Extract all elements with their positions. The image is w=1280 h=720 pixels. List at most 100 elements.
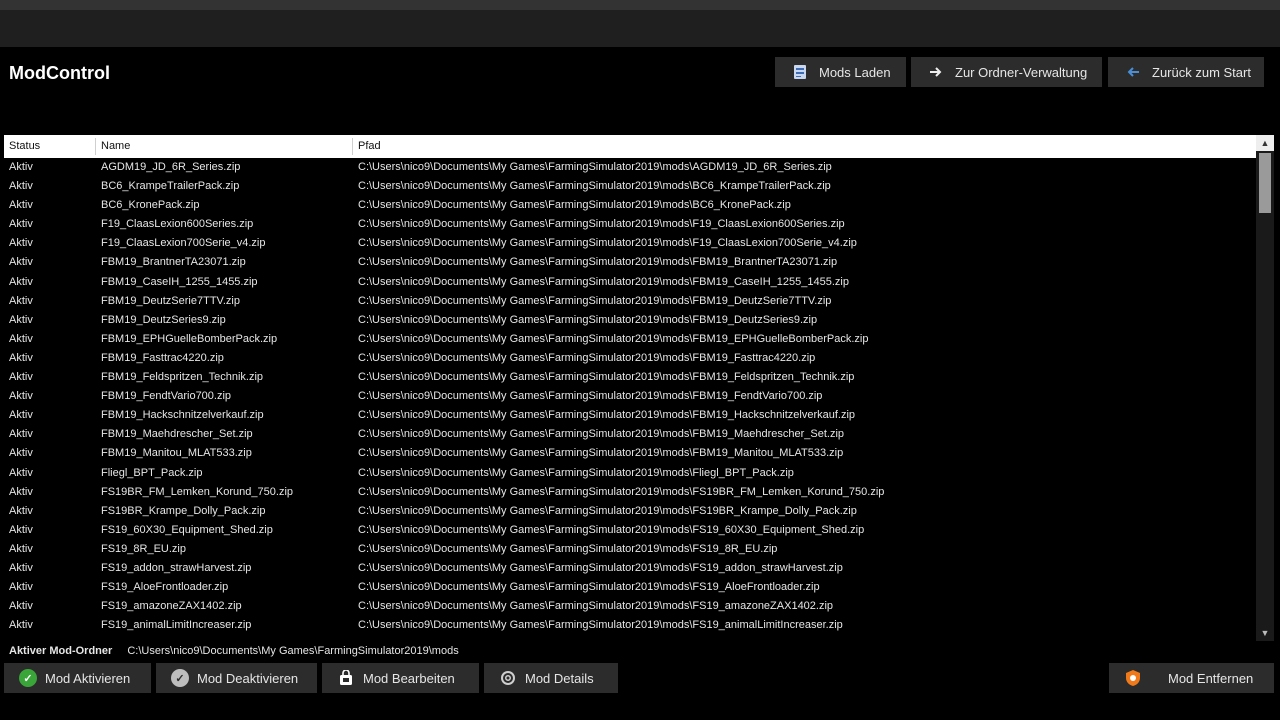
row-path: C:\Users\nico9\Documents\My Games\Farmin… <box>358 332 869 345</box>
app-title: ModControl <box>9 63 110 83</box>
mods-load-label: Mods Laden <box>819 64 891 80</box>
back-to-start-button[interactable]: Zurück zum Start <box>1108 57 1264 87</box>
scroll-down-icon[interactable]: ▼ <box>1256 625 1274 641</box>
table-row[interactable]: Aktiv FBM19_Fasttrac4220.zip C:\Users\nico… <box>4 349 1256 368</box>
row-status: Aktiv <box>9 485 33 498</box>
table-row[interactable]: Aktiv FBM19_DeutzSeries9.zip C:\Users\nico… <box>4 311 1256 330</box>
row-name: FBM19_Fasttrac4220.zip <box>101 351 224 364</box>
row-path: C:\Users\nico9\Documents\My Games\Farmin… <box>358 161 832 173</box>
row-path: C:\Users\nico9\Documents\My Games\Farmin… <box>358 504 857 517</box>
column-separator[interactable] <box>95 138 96 155</box>
mod-edit-button[interactable]: Mod Bearbeiten <box>322 663 479 693</box>
shield-icon <box>1123 668 1143 688</box>
mod-remove-button[interactable]: Mod Entfernen <box>1109 663 1274 693</box>
row-status: Aktiv <box>9 332 33 345</box>
mod-details-label: Mod Details <box>525 670 594 686</box>
header-name[interactable]: Name <box>101 135 130 158</box>
table-row[interactable]: Aktiv FS19_amazoneZAX1402.zip C:\Users\nic… <box>4 597 1256 616</box>
table-row[interactable]: Aktiv FBM19_Feldspritzen_Technik.zip C:\Us… <box>4 368 1256 387</box>
row-status: Aktiv <box>9 351 33 364</box>
table-row[interactable]: Aktiv BC6_KrampeTrailerPack.zip C:\Users\n… <box>4 177 1256 196</box>
row-name: FS19BR_Krampe_Dolly_Pack.zip <box>101 504 266 517</box>
header-status[interactable]: Status <box>9 135 40 158</box>
table-row[interactable]: Aktiv BC6_KronePack.zip C:\Users\nico9\Doc… <box>4 196 1256 215</box>
row-status: Aktiv <box>9 237 33 250</box>
row-name: FBM19_EPHGuelleBomberPack.zip <box>101 332 278 345</box>
header-path[interactable]: Pfad <box>358 135 381 158</box>
active-folder-info: Aktiver Mod-Ordner C:\Users\nico9\Docume… <box>9 645 459 657</box>
row-status: Aktiv <box>9 409 33 422</box>
table-row[interactable]: Aktiv FS19_AloeFrontloader.zip C:\Users\ni… <box>4 578 1256 597</box>
active-folder-path: C:\Users\nico9\Documents\My Games\Farmin… <box>127 645 459 657</box>
mod-edit-label: Mod Bearbeiten <box>363 670 455 686</box>
check-circle-gray-icon: ✓ <box>170 668 190 688</box>
row-path: C:\Users\nico9\Documents\My Games\Farmin… <box>358 619 843 632</box>
row-status: Aktiv <box>9 218 33 231</box>
mod-deactivate-label: Mod Deaktivieren <box>197 670 299 686</box>
row-status: Aktiv <box>9 466 33 479</box>
row-name: FBM19_Hackschnitzelverkauf.zip <box>101 409 264 422</box>
table-row[interactable]: Aktiv FBM19_Maehdrescher_Set.zip C:\Users\… <box>4 425 1256 444</box>
row-name: Fliegl_BPT_Pack.zip <box>101 466 203 479</box>
back-to-start-label: Zurück zum Start <box>1152 64 1251 80</box>
row-path: C:\Users\nico9\Documents\My Games\Farmin… <box>358 447 844 460</box>
row-name: FS19_AloeFrontloader.zip <box>101 581 229 594</box>
row-path: C:\Users\nico9\Documents\My Games\Farmin… <box>358 371 855 384</box>
table-row[interactable]: Aktiv F19_ClaasLexion600Series.zip C:\User… <box>4 215 1256 234</box>
table-row[interactable]: Aktiv Fliegl_BPT_Pack.zip C:\Users\nico9\D… <box>4 464 1256 483</box>
folder-management-button[interactable]: Zur Ordner-Verwaltung <box>911 57 1102 87</box>
row-status: Aktiv <box>9 180 33 193</box>
table-row[interactable]: Aktiv FS19BR_Krampe_Dolly_Pack.zip C:\User… <box>4 502 1256 521</box>
gear-icon <box>498 668 518 688</box>
vertical-scrollbar[interactable]: ▲ ▼ <box>1256 135 1274 641</box>
row-name: BC6_KronePack.zip <box>101 199 200 212</box>
row-name: AGDM19_JD_6R_Series.zip <box>101 161 241 173</box>
table-row[interactable]: Aktiv FS19BR_FM_Lemken_Korund_750.zip C:\U… <box>4 483 1256 502</box>
row-status: Aktiv <box>9 619 33 632</box>
row-status: Aktiv <box>9 447 33 460</box>
row-name: F19_ClaasLexion600Series.zip <box>101 218 254 231</box>
table-row[interactable]: Aktiv FBM19_Hackschnitzelverkauf.zip C:\Us… <box>4 406 1256 425</box>
row-name: FS19_addon_strawHarvest.zip <box>101 561 252 574</box>
mod-activate-label: Mod Aktivieren <box>45 670 131 686</box>
scrollbar-thumb[interactable] <box>1259 153 1271 213</box>
table-row[interactable]: Aktiv FS19_addon_strawHarvest.zip C:\Users… <box>4 559 1256 578</box>
row-name: BC6_KrampeTrailerPack.zip <box>101 180 240 193</box>
row-status: Aktiv <box>9 161 33 173</box>
table-row[interactable]: Aktiv FBM19_FendtVario700.zip C:\Users\nic… <box>4 387 1256 406</box>
row-path: C:\Users\nico9\Documents\My Games\Farmin… <box>358 485 885 498</box>
row-status: Aktiv <box>9 504 33 517</box>
row-path: C:\Users\nico9\Documents\My Games\Farmin… <box>358 275 849 288</box>
row-status: Aktiv <box>9 294 33 307</box>
row-name: FS19_60X30_Equipment_Shed.zip <box>101 523 273 536</box>
window-titlebar <box>0 0 1280 47</box>
row-status: Aktiv <box>9 581 33 594</box>
table-row[interactable]: Aktiv FBM19_DeutzSerie7TTV.zip C:\Users\ni… <box>4 292 1256 311</box>
table-row[interactable]: Aktiv FBM19_Manitou_MLAT533.zip C:\Users\n… <box>4 444 1256 463</box>
table-header: Status Name Pfad <box>4 135 1256 158</box>
table-row[interactable]: Aktiv AGDM19_JD_6R_Series.zip C:\Users\nic… <box>4 158 1256 177</box>
table-row[interactable]: Aktiv FS19_60X30_Equipment_Shed.zip C:\Use… <box>4 521 1256 540</box>
table-row[interactable]: Aktiv FBM19_CaseIH_1255_1455.zip C:\Users\… <box>4 273 1256 292</box>
table-row[interactable]: Aktiv FS19_8R_EU.zip C:\Users\nico9\Docume… <box>4 540 1256 559</box>
table-row[interactable]: Aktiv FBM19_BrantnerTA23071.zip C:\Users\n… <box>4 253 1256 272</box>
mods-table[interactable]: Status Name Pfad Aktiv AGDM19_JD_6R_Serie… <box>4 135 1274 641</box>
row-name: FBM19_FendtVario700.zip <box>101 390 232 403</box>
table-row[interactable]: Aktiv F19_ClaasLexion700Serie_v4.zip C:\Us… <box>4 234 1256 253</box>
scroll-up-icon[interactable]: ▲ <box>1256 135 1274 151</box>
row-name: FS19_animalLimitIncreaser.zip <box>101 619 252 632</box>
row-status: Aktiv <box>9 600 33 613</box>
row-status: Aktiv <box>9 390 33 403</box>
table-row[interactable]: Aktiv FS19_animalLimitIncreaser.zip C:\Use… <box>4 616 1256 635</box>
table-row[interactable]: Aktiv FBM19_EPHGuelleBomberPack.zip C:\Use… <box>4 330 1256 349</box>
mod-activate-button[interactable]: ✓ Mod Aktivieren <box>4 663 151 693</box>
mod-details-button[interactable]: Mod Details <box>484 663 618 693</box>
arrow-left-icon <box>1122 65 1144 79</box>
row-name: FBM19_DeutzSerie7TTV.zip <box>101 294 240 307</box>
mods-load-button[interactable]: Mods Laden <box>775 57 906 87</box>
column-separator[interactable] <box>352 138 353 155</box>
folder-management-label: Zur Ordner-Verwaltung <box>955 64 1088 80</box>
mod-deactivate-button[interactable]: ✓ Mod Deaktivieren <box>156 663 317 693</box>
row-path: C:\Users\nico9\Documents\My Games\Farmin… <box>358 466 794 479</box>
row-path: C:\Users\nico9\Documents\My Games\Farmin… <box>358 561 843 574</box>
